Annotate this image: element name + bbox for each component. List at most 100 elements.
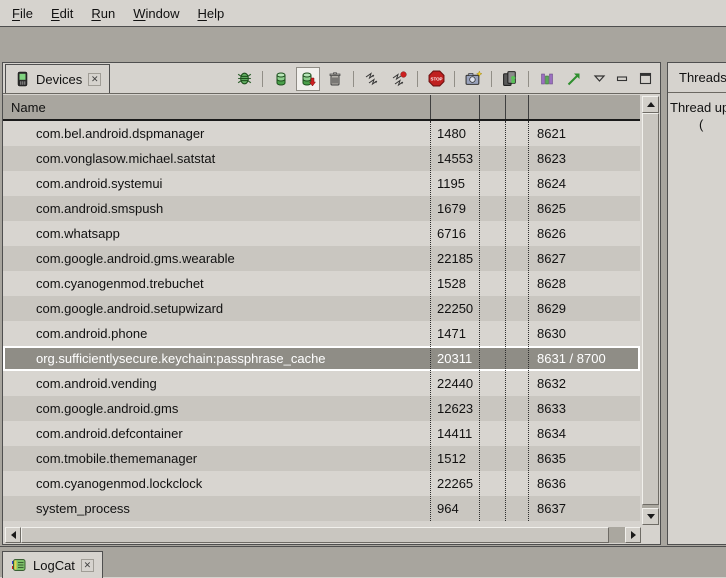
column-divider[interactable] <box>528 95 529 119</box>
process-port-cell: 8633 <box>528 401 640 416</box>
process-name-cell: com.tmobile.thememanager <box>3 451 430 466</box>
process-port-cell: 8637 <box>528 501 640 516</box>
debug-process-button[interactable] <box>233 68 255 90</box>
process-pid-cell: 1528 <box>430 276 479 291</box>
table-row[interactable]: com.android.phone 1471 8630 <box>3 321 640 346</box>
table-row[interactable]: com.cyanogenmod.trebuchet 1528 8628 <box>3 271 640 296</box>
toolbar-separator <box>454 71 455 87</box>
process-port-cell: 8627 <box>528 251 640 266</box>
horizontal-scrollbar-thumb[interactable] <box>21 527 609 543</box>
arrow-down-icon <box>647 514 655 519</box>
process-pid-cell: 964 <box>430 501 479 516</box>
menu-file[interactable]: File <box>3 0 42 26</box>
table-row[interactable]: com.bel.android.dspmanager 1480 8621 <box>3 121 640 146</box>
maximize-icon <box>639 72 652 85</box>
scroll-right-button[interactable] <box>625 527 641 543</box>
close-icon[interactable]: ✕ <box>88 73 101 86</box>
column-divider[interactable] <box>479 95 480 119</box>
dump-hprof-button[interactable] <box>297 68 319 90</box>
process-pid-cell: 20311 <box>430 351 479 366</box>
scroll-up-button[interactable] <box>642 96 659 113</box>
process-port-cell: 8626 <box>528 226 640 241</box>
horizontal-scrollbar[interactable] <box>5 527 641 543</box>
column-divider[interactable] <box>505 95 506 119</box>
process-pid-cell: 1195 <box>430 176 479 191</box>
method-profiling-icon <box>391 71 407 87</box>
table-row[interactable]: com.android.smspush 1679 8625 <box>3 196 640 221</box>
process-port-cell: 8625 <box>528 201 640 216</box>
devices-panel: Devices ✕ <box>2 62 661 545</box>
update-heap-button[interactable] <box>270 68 292 90</box>
table-row[interactable]: com.android.systemui 1195 8624 <box>3 171 640 196</box>
start-method-profiling-button[interactable] <box>388 68 410 90</box>
close-icon[interactable]: ✕ <box>81 559 94 572</box>
process-name-cell: com.google.android.setupwizard <box>3 301 430 316</box>
process-port-cell: 8630 <box>528 326 640 341</box>
menu-window[interactable]: Window <box>124 0 188 26</box>
menu-run[interactable]: Run <box>82 0 124 26</box>
heap-dump-icon <box>300 71 316 87</box>
process-port-cell: 8628 <box>528 276 640 291</box>
process-name-cell: com.android.phone <box>3 326 430 341</box>
sysinfo-button[interactable] <box>563 68 585 90</box>
column-divider[interactable] <box>430 95 431 119</box>
table-row[interactable]: com.android.defcontainer 14411 8634 <box>3 421 640 446</box>
process-pid-cell: 14553 <box>430 151 479 166</box>
process-name-cell: com.cyanogenmod.lockclock <box>3 476 430 491</box>
tab-devices[interactable]: Devices ✕ <box>5 64 110 93</box>
menu-help[interactable]: Help <box>188 0 233 26</box>
table-row[interactable]: com.google.android.gms 12623 8633 <box>3 396 640 421</box>
ui-automator-dump-button[interactable] <box>536 68 558 90</box>
table-row[interactable]: system_process 964 8637 <box>3 496 640 521</box>
menu-bar: File Edit Run Window Help <box>0 0 726 27</box>
menu-edit[interactable]: Edit <box>42 0 82 26</box>
logcat-icon <box>11 557 27 573</box>
table-row[interactable]: org.sufficientlysecure.keychain:passphra… <box>3 346 640 371</box>
toolbar-separator <box>491 71 492 87</box>
tab-threads-label: Threads <box>679 70 726 85</box>
column-header-name[interactable]: Name <box>3 100 46 115</box>
green-arrow-icon <box>566 71 582 87</box>
process-pid-cell: 12623 <box>430 401 479 416</box>
process-port-cell: 8634 <box>528 426 640 441</box>
table-row[interactable]: com.whatsapp 6716 8626 <box>3 221 640 246</box>
table-row[interactable]: com.cyanogenmod.lockclock 22265 8636 <box>3 471 640 496</box>
view-menu-button[interactable] <box>590 68 608 90</box>
table-row[interactable]: com.vonglasow.michael.satstat 14553 8623 <box>3 146 640 171</box>
process-name-cell: com.android.systemui <box>3 176 430 191</box>
scroll-left-button[interactable] <box>5 527 21 543</box>
process-port-cell: 8621 <box>528 126 640 141</box>
table-row[interactable]: com.google.android.setupwizard 22250 862… <box>3 296 640 321</box>
stop-process-button[interactable]: STOP <box>425 68 447 90</box>
process-name-cell: com.android.defcontainer <box>3 426 430 441</box>
scroll-down-button[interactable] <box>642 508 659 525</box>
table-header[interactable]: Name <box>3 95 640 121</box>
process-name-cell: com.google.android.gms <box>3 401 430 416</box>
table-row[interactable]: com.tmobile.thememanager 1512 8635 <box>3 446 640 471</box>
camera-icon <box>465 70 482 87</box>
process-port-cell: 8624 <box>528 176 640 191</box>
update-threads-button[interactable] <box>361 68 383 90</box>
minimize-button[interactable] <box>613 68 631 90</box>
vertical-scrollbar-thumb[interactable] <box>642 113 659 505</box>
threads-message-line1: Thread up <box>670 100 726 115</box>
svg-text:STOP: STOP <box>430 76 442 81</box>
table-row[interactable]: com.google.android.gms.wearable 22185 86… <box>3 246 640 271</box>
process-name-cell: org.sufficientlysecure.keychain:passphra… <box>3 351 430 366</box>
devices-toolbar: STOP <box>233 65 654 92</box>
stop-icon: STOP <box>428 70 445 87</box>
trash-icon <box>327 71 343 87</box>
vertical-scrollbar[interactable] <box>642 96 659 525</box>
table-row[interactable]: com.android.vending 22440 8632 <box>3 371 640 396</box>
bottom-tab-bar: LogCat ✕ <box>0 546 726 577</box>
tab-logcat[interactable]: LogCat ✕ <box>2 551 103 578</box>
tab-threads[interactable]: Threads <box>668 63 726 93</box>
threads-icon <box>364 71 380 87</box>
threads-panel: Threads Thread up ( <box>667 62 726 545</box>
cause-gc-button[interactable] <box>324 68 346 90</box>
maximize-button[interactable] <box>636 68 654 90</box>
arrow-up-icon <box>647 102 655 107</box>
screen-capture-button[interactable] <box>462 68 484 90</box>
multi-device-capture-button[interactable] <box>499 68 521 90</box>
debug-bug-icon <box>236 70 253 87</box>
